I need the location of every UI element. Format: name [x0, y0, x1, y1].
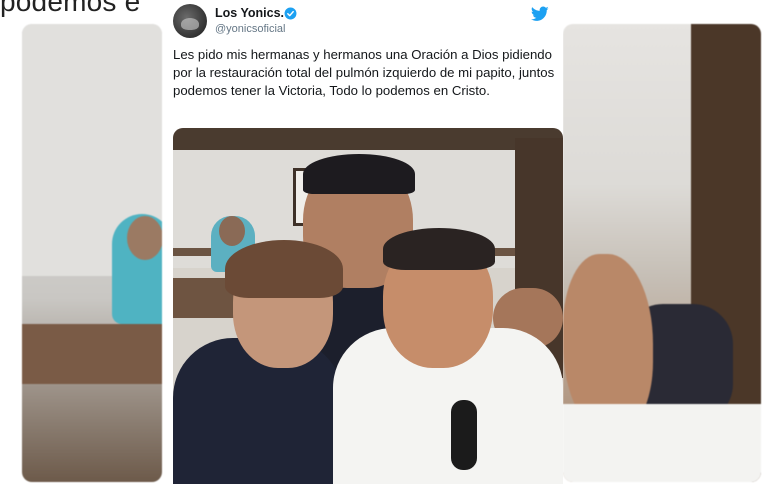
- tweet-header: Los Yonics. @yonicsoficial: [173, 4, 555, 38]
- author-name[interactable]: Los Yonics.: [215, 6, 284, 20]
- blurred-background-left: [22, 24, 162, 482]
- twitter-bird-icon[interactable]: [531, 6, 549, 22]
- tweet-card: Los Yonics. @yonicsoficial Les pido mis …: [165, 0, 563, 484]
- tweet-text: Les pido mis hermanas y hermanos una Ora…: [173, 47, 555, 98]
- author-handle[interactable]: @yonicsoficial: [215, 23, 285, 35]
- background-caption-fragment: podemos e: [0, 0, 141, 17]
- tweet-photo[interactable]: [173, 128, 563, 484]
- verified-badge-icon: [284, 7, 297, 20]
- blurred-background-right: [563, 24, 761, 482]
- avatar[interactable]: [173, 4, 207, 38]
